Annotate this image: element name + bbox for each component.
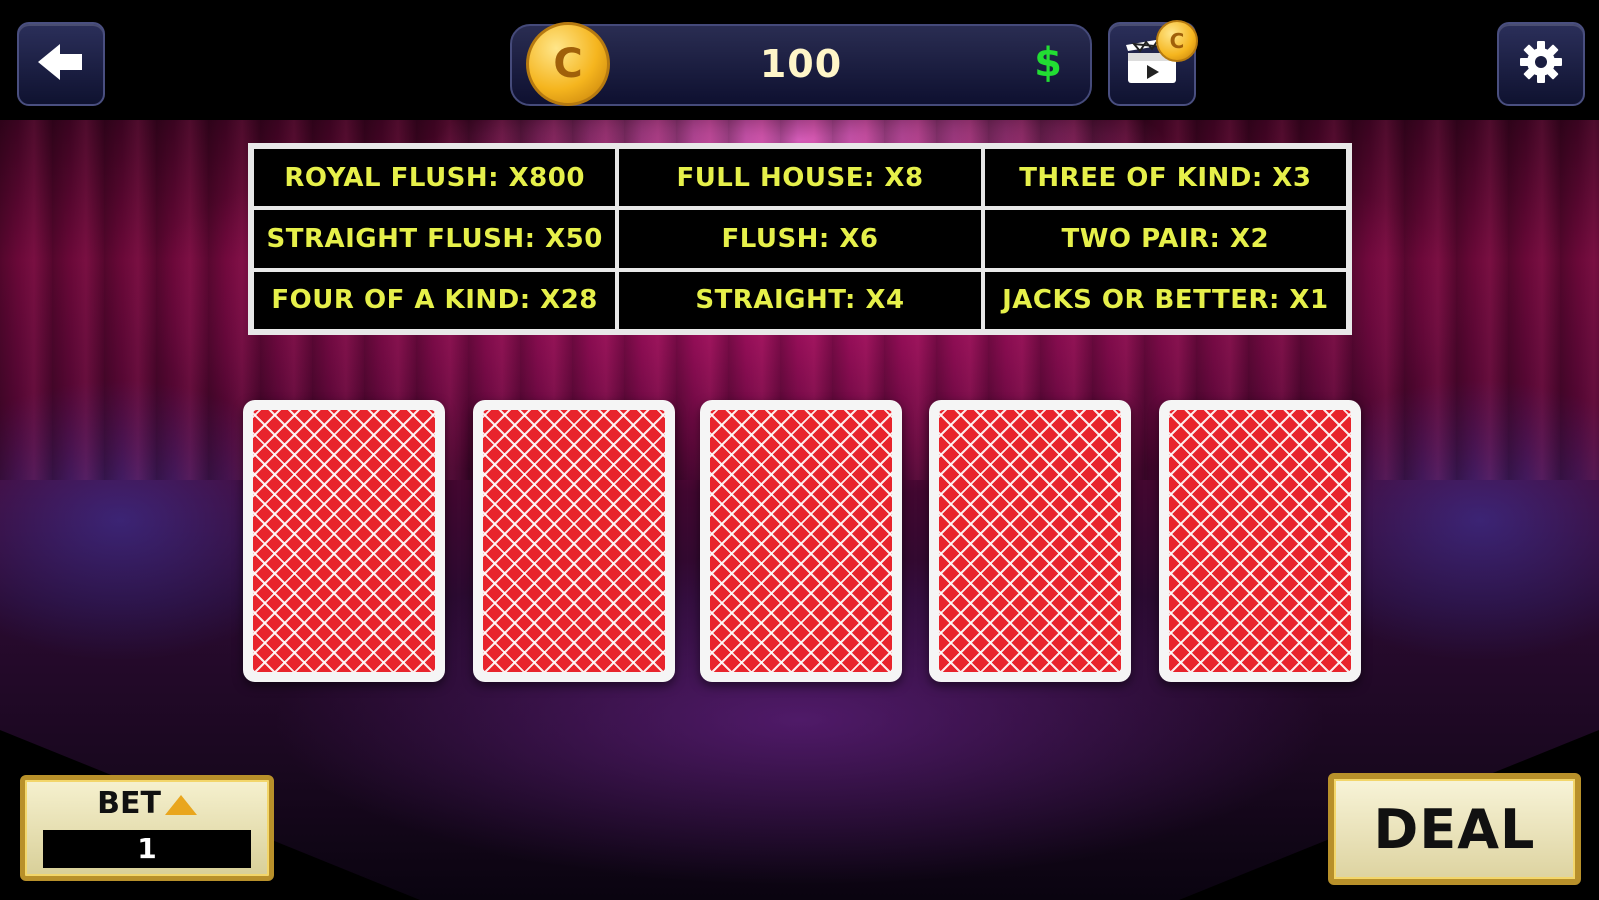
bet-label-row: BET <box>25 786 269 821</box>
settings-button[interactable] <box>1497 22 1585 106</box>
bet-button[interactable]: BET 1 <box>20 775 274 881</box>
deal-button[interactable]: DEAL <box>1328 773 1581 885</box>
paytable-cell: TWO PAIR: X2 <box>982 208 1348 270</box>
card-5[interactable] <box>1159 400 1361 682</box>
card-back <box>1169 410 1351 672</box>
card-hand <box>0 400 1599 685</box>
card-2[interactable] <box>473 400 675 682</box>
card-3[interactable] <box>700 400 902 682</box>
paytable-cell: ROYAL FLUSH: X800 <box>252 147 618 209</box>
paytable-cell: THREE OF KIND: X3 <box>982 147 1348 209</box>
paytable-cell: FOUR OF A KIND: X28 <box>252 269 618 331</box>
card-back <box>483 410 665 672</box>
paytable-cell: JACKS OR BETTER: X1 <box>982 269 1348 331</box>
paytable-cell: FULL HOUSE: X8 <box>617 147 983 209</box>
coin-icon: C <box>526 22 610 106</box>
paytable-cell: STRAIGHT: X4 <box>617 269 983 331</box>
paytable: ROYAL FLUSH: X800 FULL HOUSE: X8 THREE O… <box>248 143 1352 335</box>
bet-label: BET <box>97 786 161 821</box>
gear-icon <box>1517 38 1565 90</box>
card-back <box>710 410 892 672</box>
back-button[interactable] <box>17 22 105 106</box>
buy-coins-dollar-icon[interactable]: $ <box>1034 40 1062 86</box>
bet-increase-arrow-icon[interactable] <box>164 794 197 815</box>
video-reward-coin-icon: C <box>1156 20 1198 62</box>
bet-value: 1 <box>43 830 251 868</box>
card-back <box>253 410 435 672</box>
card-back <box>939 410 1121 672</box>
card-4[interactable] <box>929 400 1131 682</box>
paytable-cell: STRAIGHT FLUSH: X50 <box>252 208 618 270</box>
card-1[interactable] <box>243 400 445 682</box>
paytable-cell: FLUSH: X6 <box>617 208 983 270</box>
back-arrow-icon <box>36 42 86 86</box>
